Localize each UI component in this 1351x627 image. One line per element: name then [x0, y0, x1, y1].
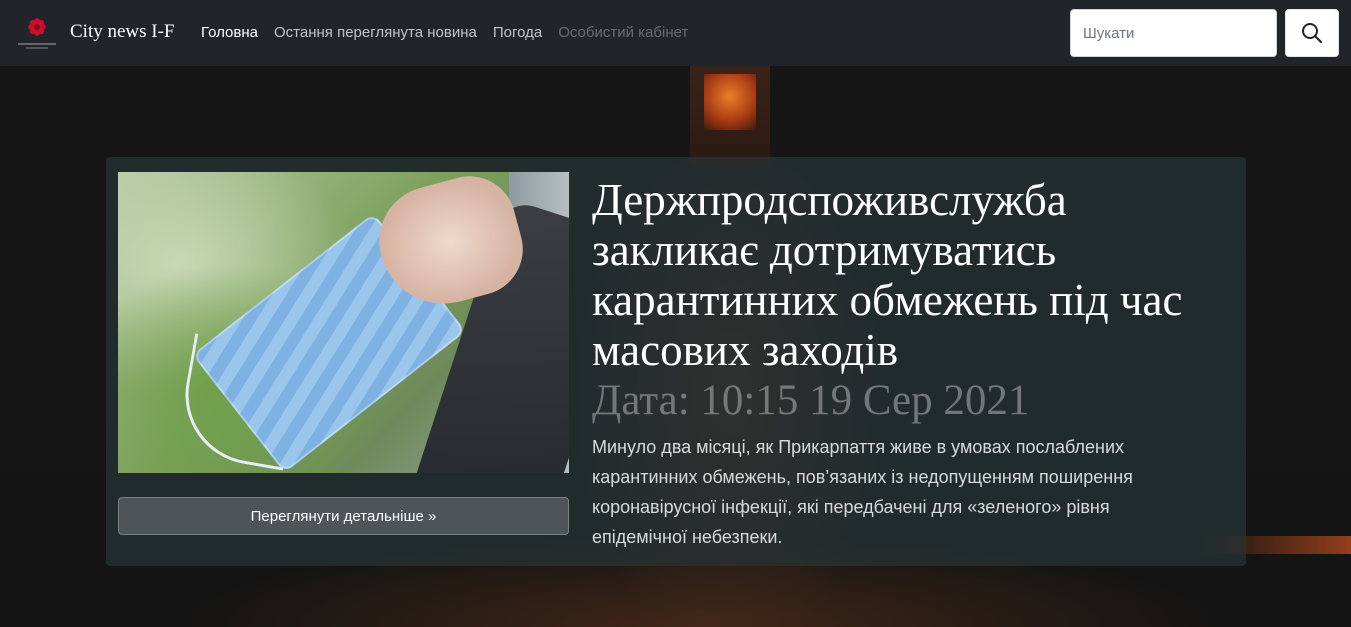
tower [690, 66, 770, 166]
search-icon [1302, 23, 1323, 44]
news-card: Переглянути детальніше » Держпродспоживс… [106, 157, 1246, 566]
search-button[interactable] [1285, 9, 1339, 57]
article-image[interactable] [118, 172, 569, 473]
flower-logo-icon[interactable] [14, 12, 60, 52]
article-headline: Держпродспоживслужба закликає дотримуват… [592, 175, 1183, 375]
nav-item-home[interactable]: Головна [201, 24, 258, 41]
article-date: Дата: 10:15 19 Сер 2021 [592, 377, 1030, 424]
nav-item-account[interactable]: Особистий кабінет [558, 24, 688, 41]
details-button[interactable]: Переглянути детальніше » [118, 497, 569, 535]
nav-item-weather[interactable]: Погода [493, 24, 542, 41]
main-nav: Головна Остання переглянута новина Погод… [201, 24, 688, 41]
brand-link[interactable]: City news I-F [70, 21, 175, 43]
nav-item-last-viewed[interactable]: Остання переглянута новина [274, 24, 477, 41]
article-summary: Минуло два місяці, як Прикарпаття живе в… [592, 437, 1133, 547]
navbar: City news I-F Головна Остання переглянут… [0, 0, 1351, 66]
search-input[interactable] [1070, 9, 1277, 57]
